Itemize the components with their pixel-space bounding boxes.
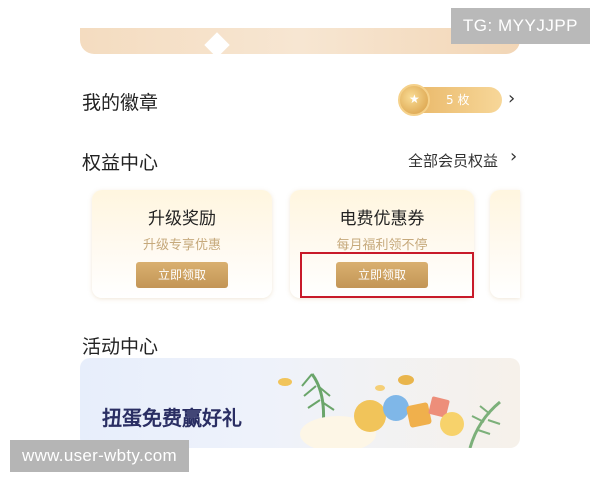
all-member-rights-link[interactable]: 全部会员权益 xyxy=(408,150,498,171)
rights-title: 权益中心 xyxy=(82,152,159,174)
rights-chevron-right-icon[interactable]: › xyxy=(510,146,517,167)
coin-icon xyxy=(375,385,385,391)
reward-card-partial[interactable] xyxy=(490,190,520,298)
card-subtitle: 升级专享优惠 xyxy=(142,238,221,253)
capsule-icon xyxy=(440,412,464,436)
star-icon: ★ xyxy=(409,92,420,106)
watermark-tg: TG: MYYJJPP xyxy=(450,8,590,44)
gashapon-banner[interactable]: 扭蛋免费赢好礼 xyxy=(80,358,520,448)
badges-button[interactable]: ★ 5 枚 xyxy=(398,84,502,116)
coin-icon xyxy=(278,378,292,386)
banner-decoration-art xyxy=(278,373,501,448)
coin-icon xyxy=(398,375,414,385)
watermark-url: www.user-wbty.com xyxy=(10,440,189,472)
reward-card-upgrade[interactable]: 升级奖励 升级专享优惠 立即领取 xyxy=(92,190,272,298)
capsule-icon xyxy=(383,395,409,421)
card-title: 升级奖励 xyxy=(148,209,216,229)
capsule-icon xyxy=(354,400,386,432)
badge-count: 5 枚 xyxy=(446,93,470,107)
leaf-icon xyxy=(468,400,501,448)
activity-title: 活动中心 xyxy=(82,336,159,358)
claim-button[interactable]: 立即领取 xyxy=(136,262,228,288)
gift-box-icon xyxy=(406,402,432,428)
badges-title: 我的徽章 xyxy=(82,92,159,114)
card-title: 电费优惠券 xyxy=(339,209,425,229)
medal-icon: ★ xyxy=(398,84,430,116)
badges-chevron-right-icon[interactable]: › xyxy=(508,88,515,109)
card-subtitle: 每月福利领不停 xyxy=(336,238,428,253)
highlight-frame xyxy=(300,252,474,298)
